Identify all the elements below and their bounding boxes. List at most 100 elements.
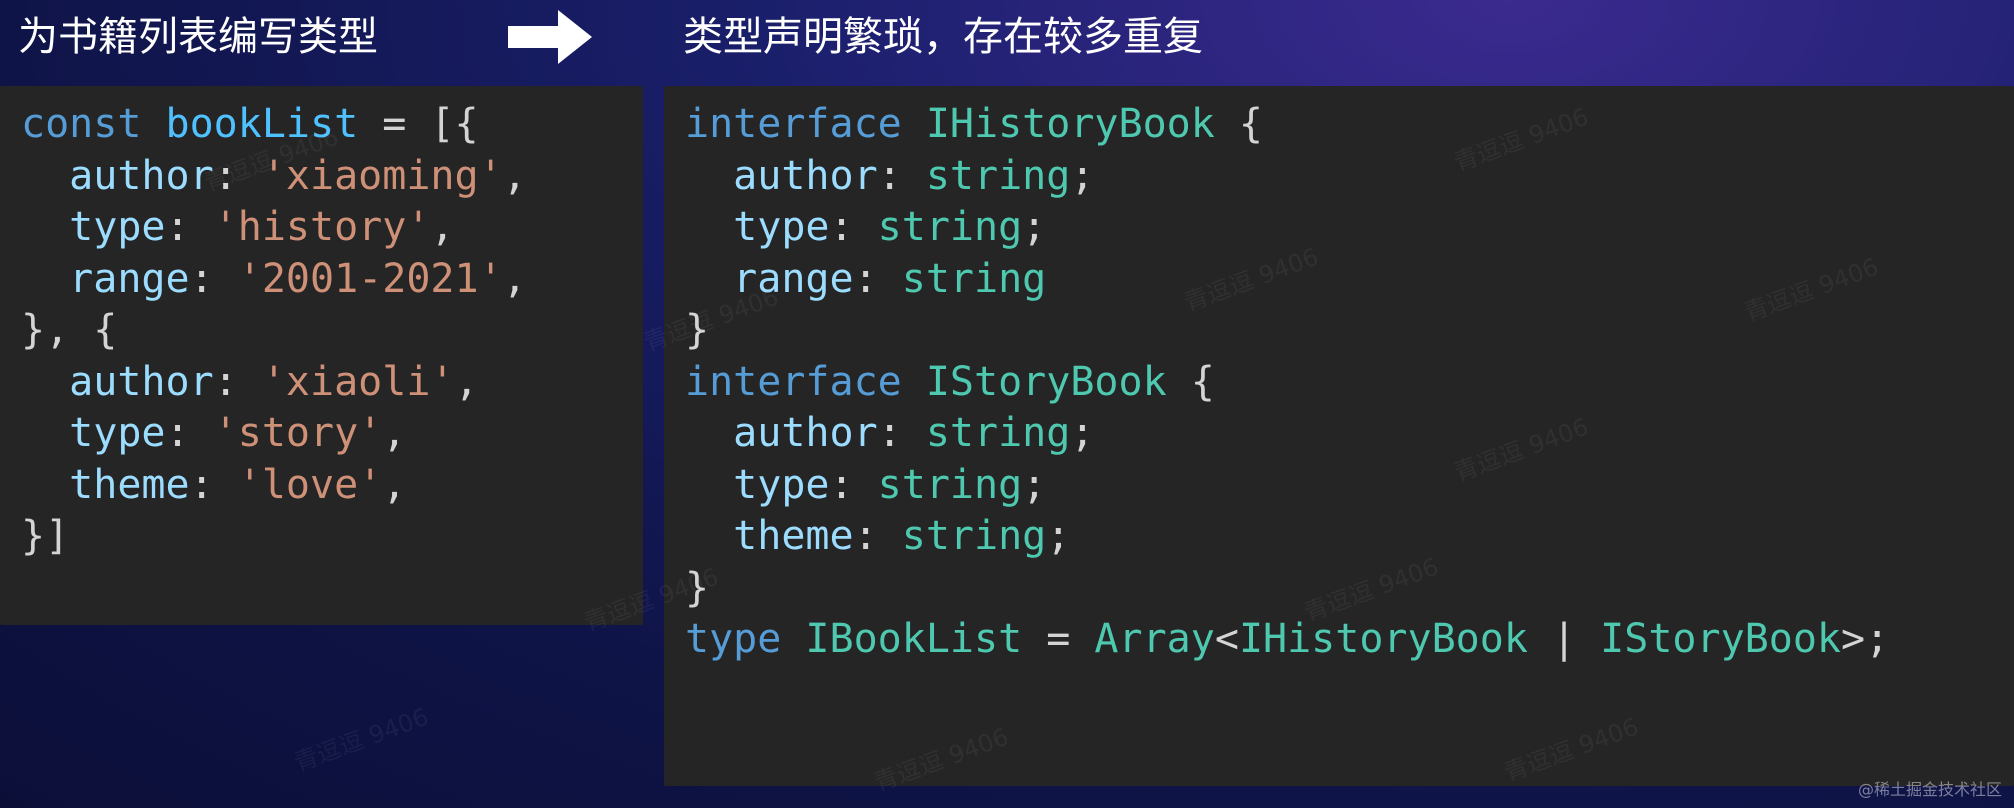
- code-token-pun: [21, 462, 69, 508]
- code-line: type IBookList = Array<IHistoryBook | IS…: [685, 614, 2014, 666]
- code-token-pun: [902, 101, 926, 147]
- code-token-pun: ,: [454, 358, 479, 405]
- code-token-pun: =: [1022, 616, 1095, 662]
- code-token-pun: ,: [430, 204, 455, 250]
- code-line: type: 'history',: [21, 202, 643, 254]
- code-token-pun: :: [877, 152, 926, 199]
- code-token-pun: }, {: [21, 307, 118, 353]
- code-token-pun: :: [853, 513, 902, 559]
- watermark: 青逗逗 9406: [290, 702, 433, 778]
- code-line: const bookList = [{: [21, 99, 643, 151]
- left-caption: 为书籍列表编写类型: [18, 14, 378, 60]
- code-token-pun: [781, 616, 805, 662]
- code-line: }: [685, 563, 2014, 615]
- code-line: type: string;: [685, 202, 2014, 254]
- code-token-prop: author: [69, 152, 214, 199]
- code-line: }, {: [21, 305, 643, 357]
- code-line: author: 'xiaoming',: [21, 151, 643, 203]
- right-caption: 类型声明繁琐，存在较多重复: [683, 14, 1203, 60]
- type-declaration-code-panel: interface IHistoryBook { author: string;…: [664, 86, 2014, 786]
- code-token-pun: [21, 410, 69, 456]
- code-token-str: 'xiaoli': [261, 358, 455, 405]
- code-token-pun: {: [1214, 101, 1263, 147]
- code-line: interface IHistoryBook {: [685, 99, 2014, 151]
- code-token-pun: |: [1527, 616, 1601, 662]
- code-token-prop: author: [733, 152, 878, 199]
- code-token-pun: [141, 101, 165, 147]
- code-token-prop: range: [69, 255, 190, 302]
- code-token-pun: [21, 256, 69, 302]
- code-token-pun: :: [189, 461, 238, 508]
- code-token-typ: string: [925, 152, 1071, 199]
- code-token-kw: const: [21, 101, 142, 147]
- code-token-pun: [685, 513, 733, 559]
- code-line: }]: [21, 511, 643, 563]
- code-line: range: '2001-2021',: [21, 254, 643, 306]
- code-line: author: string;: [685, 151, 2014, 203]
- code-token-prop: author: [733, 410, 878, 456]
- code-token-pun: [685, 462, 733, 508]
- code-token-prop: range: [733, 255, 854, 302]
- code-token-pun: = [{: [358, 101, 479, 147]
- code-token-pun: [685, 256, 733, 302]
- code-line: type: string;: [685, 460, 2014, 512]
- code-token-pun: <: [1214, 616, 1239, 662]
- code-token-pun: [685, 204, 733, 250]
- code-token-pun: }]: [21, 513, 70, 559]
- code-token-typ: Array: [1094, 616, 1215, 662]
- code-token-pun: :: [213, 358, 262, 405]
- code-token-typ: string: [877, 461, 1023, 508]
- code-token-pun: ;: [1070, 152, 1095, 199]
- right-arrow-icon: [508, 10, 592, 64]
- code-token-prop: type: [69, 410, 166, 456]
- code-line: theme: string;: [685, 511, 2014, 563]
- code-token-pun: ,: [382, 461, 407, 508]
- code-token-str: 'history': [213, 204, 431, 250]
- code-token-typ: string: [901, 513, 1047, 559]
- code-token-typ: IStoryBook: [925, 358, 1167, 405]
- code-token-pun: >;: [1841, 616, 1890, 662]
- code-token-pun: ;: [1070, 410, 1095, 456]
- code-token-pun: :: [877, 410, 926, 456]
- booklist-code-panel: const bookList = [{ author: 'xiaoming', …: [0, 86, 643, 625]
- code-token-pun: :: [189, 255, 238, 302]
- code-token-pun: ,: [382, 410, 407, 456]
- code-token-prop: theme: [733, 513, 854, 559]
- code-token-pun: [685, 410, 733, 456]
- code-token-kw: type: [685, 616, 782, 662]
- code-token-typ: IStoryBook: [1600, 616, 1841, 662]
- code-token-str: 'story': [213, 410, 383, 456]
- code-token-pun: [21, 359, 69, 405]
- code-token-prop: type: [69, 204, 166, 250]
- code-token-kw: interface: [685, 358, 902, 405]
- code-token-pun: ,: [502, 255, 527, 302]
- code-token-pun: [21, 204, 69, 250]
- code-token-str: 'xiaoming': [261, 152, 503, 199]
- code-token-str: '2001-2021': [237, 255, 503, 302]
- code-token-typ: string: [925, 410, 1071, 456]
- code-token-prop: author: [69, 358, 214, 405]
- code-token-pun: {: [1166, 358, 1215, 405]
- code-token-pun: :: [213, 152, 262, 199]
- code-token-kw: interface: [685, 101, 902, 147]
- code-line: type: 'story',: [21, 408, 643, 460]
- code-token-var: bookList: [165, 101, 359, 147]
- code-token-pun: :: [829, 461, 878, 508]
- code-token-pun: }: [685, 564, 710, 611]
- code-token-pun: ;: [1022, 204, 1047, 250]
- code-line: author: 'xiaoli',: [21, 357, 643, 409]
- code-token-typ: IHistoryBook: [1238, 616, 1528, 662]
- code-token-pun: :: [853, 255, 902, 302]
- code-token-typ: string: [901, 255, 1047, 302]
- code-token-pun: ,: [502, 152, 527, 199]
- code-token-pun: ;: [1022, 461, 1047, 508]
- code-token-pun: :: [165, 410, 214, 456]
- code-line: }: [685, 305, 2014, 357]
- code-token-prop: type: [733, 461, 830, 508]
- code-token-prop: type: [733, 204, 830, 250]
- code-token-pun: [21, 153, 69, 199]
- code-line: interface IStoryBook {: [685, 357, 2014, 409]
- code-token-prop: theme: [69, 461, 190, 508]
- code-line: author: string;: [685, 408, 2014, 460]
- site-credit: @稀土掘金技术社区: [1857, 780, 2002, 799]
